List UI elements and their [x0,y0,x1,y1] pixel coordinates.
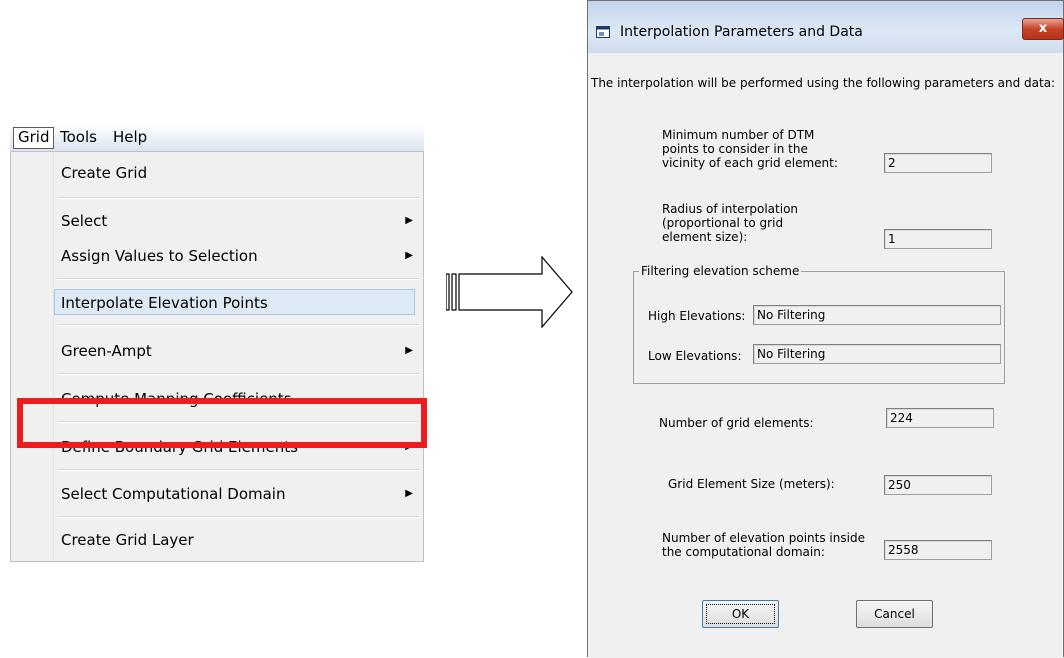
dialog-title: Interpolation Parameters and Data [620,24,863,40]
ok-button-label: OK [731,607,750,621]
window-icon [596,26,610,38]
intro-text: The interpolation will be performed usin… [591,76,1056,90]
menu-separator [57,324,419,326]
menu-item-label: Select Computational Domain [61,485,286,503]
element-size-field[interactable]: 250 [884,475,992,495]
menubar: Grid Tools Help [10,124,424,151]
grid-dropdown-menu: Create Grid Select ▶ Assign Values to Se… [10,151,424,562]
menu-separator [57,373,419,375]
menu-separator [57,197,419,199]
filtering-group-label: Filtering elevation scheme [639,264,802,278]
high-elevations-label: High Elevations: [648,309,746,323]
right-arrow-icon [446,256,573,328]
filtering-groupbox: Filtering elevation scheme High Elevatio… [633,264,1005,384]
min-points-label-line: Minimum number of DTM [662,128,815,142]
submenu-arrow-icon: ▶ [405,215,413,226]
menu-item-label: Green-Ampt [61,342,152,360]
menu-item-select-computational-domain[interactable]: Select Computational Domain ▶ [61,481,417,507]
radius-field[interactable]: 1 [884,229,992,249]
close-button[interactable]: x [1022,18,1064,40]
menu-item-interpolate-elevation-points[interactable]: Interpolate Elevation Points [54,289,415,315]
menu-item-create-grid[interactable]: Create Grid [61,160,417,186]
submenu-arrow-icon: ▶ [405,488,413,499]
min-points-label-line: points to consider in the [662,142,808,156]
close-icon: x [1038,21,1048,36]
menubar-help[interactable]: Help [113,128,147,148]
radius-label: Radius of interpolation (proportional to… [662,202,798,244]
submenu-arrow-icon: ▶ [405,250,413,261]
dialog-content: The interpolation will be performed usin… [588,53,1063,658]
menu-item-label: Assign Values to Selection [61,247,258,265]
elevation-points-label-line: Number of elevation points inside [662,531,865,545]
low-elevations-label: Low Elevations: [648,349,742,363]
interpolation-dialog: Interpolation Parameters and Data x The … [587,0,1064,658]
menubar-grid[interactable]: Grid [13,127,55,149]
menu-item-label: Interpolate Elevation Points [61,294,268,312]
submenu-arrow-icon: ▶ [405,345,413,356]
grid-elements-field[interactable]: 224 [886,408,994,428]
min-points-label-line: vicinity of each grid element: [662,156,838,170]
high-elevations-field[interactable]: No Filtering [753,305,1001,325]
elevation-points-label-line: the computational domain: [662,545,825,559]
menu-item-create-grid-layer[interactable]: Create Grid Layer [61,527,417,553]
elevation-points-label: Number of elevation points inside the co… [662,531,865,559]
menu-item-green-ampt[interactable]: Green-Ampt ▶ [61,338,417,364]
cancel-button[interactable]: Cancel [856,600,933,628]
menu-separator [57,516,419,518]
radius-label-line: (proportional to grid [662,216,784,230]
menu-separator [57,278,419,280]
menu-item-label: Create Grid [61,164,148,182]
radius-label-line: element size): [662,230,748,244]
grid-menu-area: Grid Tools Help Create Grid Select ▶ Ass… [10,124,427,562]
ok-button[interactable]: OK [702,600,779,628]
menu-icon-strip [11,152,54,561]
radius-label-line: Radius of interpolation [662,202,799,216]
grid-elements-label: Number of grid elements: [659,416,814,430]
min-points-label: Minimum number of DTM points to consider… [662,128,838,170]
low-elevations-field[interactable]: No Filtering [753,344,1001,364]
menu-item-label: Select [61,212,108,230]
elevation-points-field[interactable]: 2558 [884,540,992,560]
menu-separator [57,469,419,471]
highlight-box [17,398,427,448]
menu-item-label: Create Grid Layer [61,531,194,549]
element-size-label: Grid Element Size (meters): [668,477,835,491]
dialog-titlebar: Interpolation Parameters and Data x [588,1,1064,53]
menu-item-assign-values[interactable]: Assign Values to Selection ▶ [61,243,417,269]
menubar-tools[interactable]: Tools [60,128,97,148]
min-points-field[interactable]: 2 [884,153,992,173]
cancel-button-label: Cancel [874,607,915,621]
menu-item-select[interactable]: Select ▶ [61,208,417,234]
